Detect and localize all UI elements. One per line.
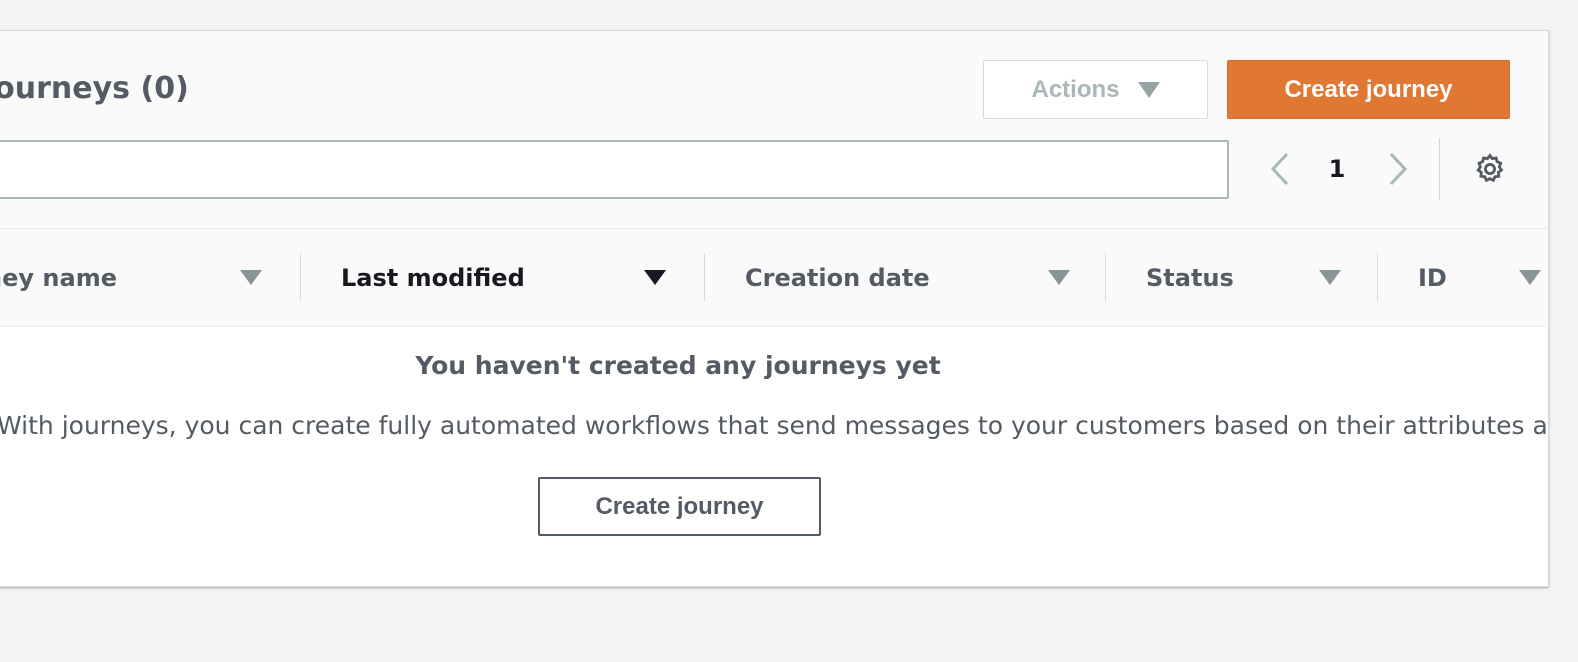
create-journey-button[interactable]: Create journey	[1227, 60, 1510, 119]
column-header-journey-name[interactable]: Journey name	[0, 229, 273, 327]
preferences-button[interactable]	[1470, 149, 1510, 189]
sort-caret-icon	[1319, 270, 1341, 285]
search-input[interactable]	[0, 140, 1229, 199]
column-label: Creation date	[745, 264, 930, 292]
table-header-row: Journey name Last modified Creation date…	[0, 229, 1548, 327]
column-label: Journey name	[0, 264, 117, 292]
column-separator	[1377, 253, 1378, 301]
empty-state-create-journey-button[interactable]: Create journey	[538, 477, 821, 536]
previous-page-button[interactable]	[1265, 149, 1295, 189]
column-header-last-modified[interactable]: Last modified	[341, 229, 671, 327]
empty-state-description: With journeys, you can create fully auto…	[0, 411, 1548, 440]
journeys-panel: Journeys (0) Actions Create journey 1 ey…	[0, 30, 1549, 587]
gear-icon	[1476, 153, 1504, 183]
column-label: Status	[1146, 264, 1234, 292]
column-header-creation-date[interactable]: Creation date	[745, 229, 1075, 327]
sort-caret-icon	[1048, 270, 1070, 285]
column-label: Last modified	[341, 264, 525, 292]
column-header-status[interactable]: Status	[1146, 229, 1346, 327]
column-label: ID	[1418, 264, 1447, 292]
sort-caret-icon	[240, 270, 262, 285]
current-page-number[interactable]: 1	[1317, 149, 1357, 189]
chevron-right-icon	[1389, 152, 1408, 186]
column-separator	[1105, 253, 1106, 301]
sort-caret-icon	[1519, 270, 1541, 285]
actions-button[interactable]: Actions	[983, 60, 1208, 119]
empty-state-title: You haven't created any journeys yet	[415, 351, 941, 380]
next-page-button[interactable]	[1383, 149, 1413, 189]
column-header-id[interactable]: ID	[1418, 229, 1548, 327]
page-title: Journeys (0)	[0, 71, 189, 106]
chevron-left-icon	[1270, 152, 1289, 186]
actions-label: Actions	[1031, 75, 1120, 103]
caret-down-icon	[1137, 81, 1160, 98]
pager-divider	[1439, 138, 1440, 200]
column-separator	[704, 253, 705, 301]
sort-caret-icon	[644, 270, 666, 285]
panel-header: Journeys (0) Actions Create journey 1	[0, 31, 1548, 229]
column-separator	[300, 253, 301, 301]
